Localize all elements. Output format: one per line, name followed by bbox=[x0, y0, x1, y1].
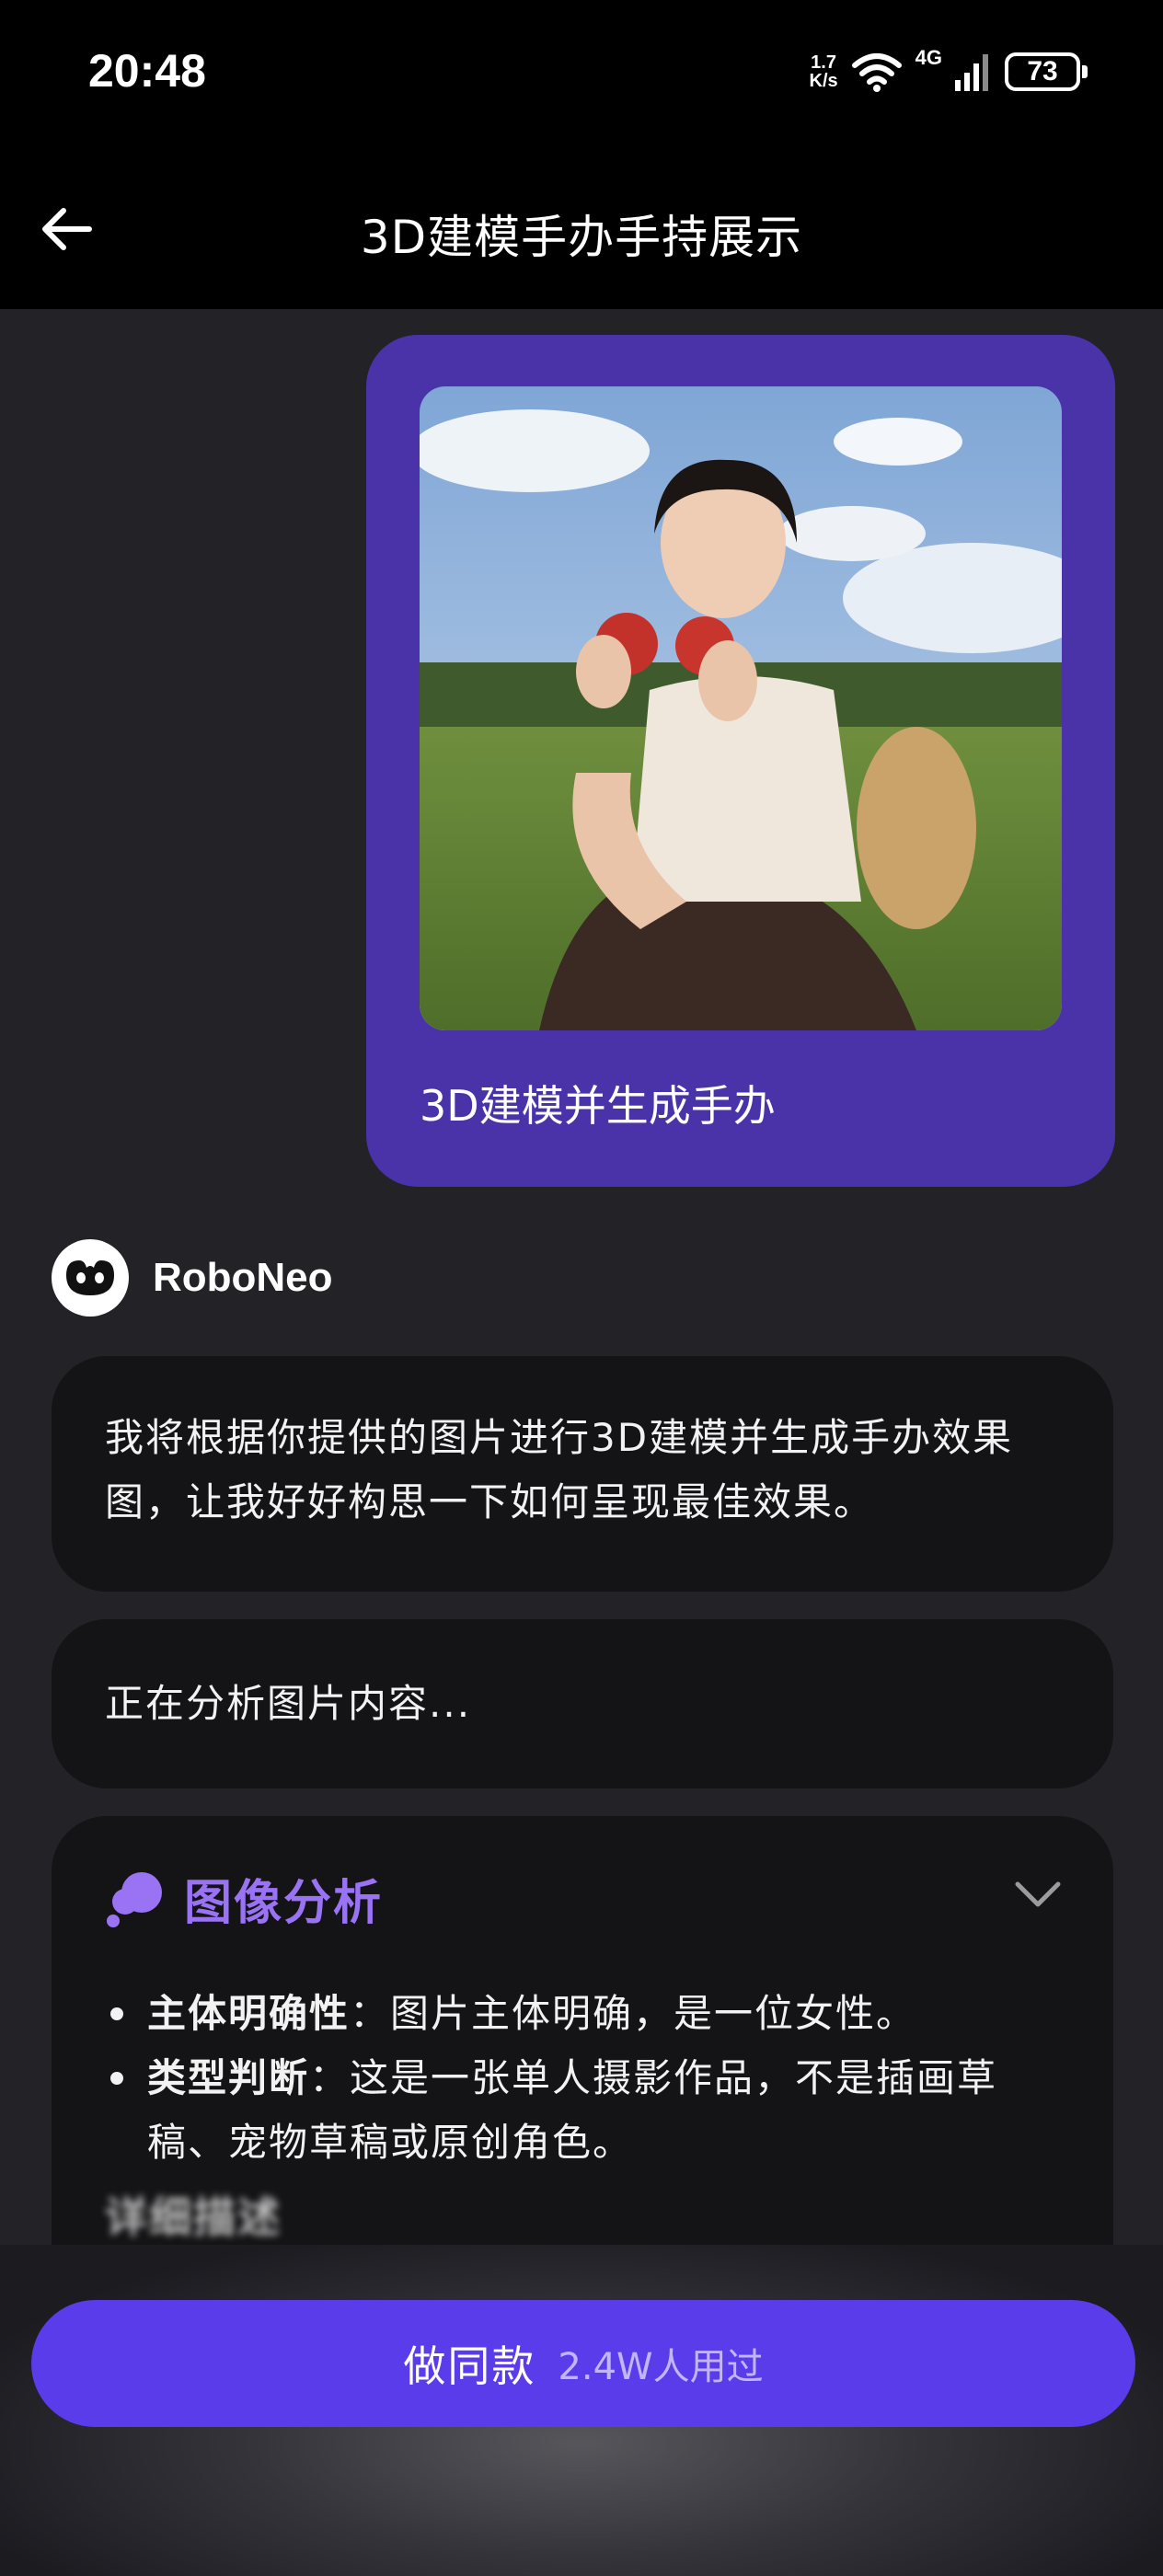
user-message-bubble: 3D建模并生成手办 bbox=[366, 335, 1115, 1187]
bot-reply-text: 我将根据你提供的图片进行3D建模并生成手办效果图，让我好好构思一下如何呈现最佳效… bbox=[105, 1415, 1014, 1524]
signal-icon bbox=[955, 54, 988, 91]
page-title: 3D建模手办手持展示 bbox=[360, 211, 803, 264]
thought-bubble-icon bbox=[107, 1871, 162, 1927]
analysis-header[interactable]: 图像分析 bbox=[105, 1864, 383, 1933]
uploaded-photo[interactable] bbox=[420, 386, 1062, 1030]
bot-identity: RoboNeo bbox=[52, 1238, 333, 1317]
status-bar: 20:48 1.7 K/s 4G 73 bbox=[0, 0, 1163, 147]
list-item-value: ：图片主体明确，是一位女性。 bbox=[350, 1991, 917, 2036]
analysis-list: 主体明确性：图片主体明确，是一位女性。 类型判断：这是一张单人摄影作品，不是插画… bbox=[105, 1982, 1062, 2175]
status-time: 20:48 bbox=[88, 45, 206, 97]
bot-avatar bbox=[52, 1239, 129, 1317]
user-message-text: 3D建模并生成手办 bbox=[420, 1081, 776, 1131]
analysis-title: 图像分析 bbox=[184, 1876, 384, 1931]
bot-reply-card: 我将根据你提供的图片进行3D建模并生成手办效果图，让我好好构思一下如何呈现最佳效… bbox=[52, 1356, 1113, 1592]
collapse-toggle[interactable] bbox=[1014, 1880, 1062, 1912]
make-same-label: 做同款 bbox=[403, 2341, 536, 2391]
list-item-key: 主体明确性 bbox=[147, 1991, 351, 2036]
battery-icon: 73 bbox=[1005, 52, 1088, 91]
list-item: 主体明确性：图片主体明确，是一位女性。 bbox=[105, 1982, 1062, 2046]
network-speed: 1.7 K/s bbox=[809, 52, 838, 91]
list-item: 类型判断：这是一张单人摄影作品，不是插画草稿、宠物草稿或原创角色。 bbox=[105, 2046, 1062, 2175]
chevron-down-icon bbox=[1015, 1881, 1061, 1907]
network-type: 4G bbox=[915, 46, 942, 69]
usage-count: 2.4W人用过 bbox=[558, 2346, 764, 2388]
status-icons: 1.7 K/s 4G 73 bbox=[809, 46, 1088, 98]
header: 3D建模手办手持展示 bbox=[0, 147, 1163, 309]
analysis-status-text: 正在分析图片内容... bbox=[105, 1681, 472, 1726]
make-same-button[interactable]: 做同款 2.4W人用过 bbox=[31, 2300, 1135, 2427]
wifi-icon bbox=[851, 53, 902, 92]
bot-name: RoboNeo bbox=[153, 1255, 333, 1300]
roboneo-logo-icon bbox=[66, 1260, 114, 1295]
detail-heading: 详细描述 bbox=[105, 2192, 282, 2242]
list-item-key: 类型判断 bbox=[147, 2055, 310, 2100]
analysis-status-card: 正在分析图片内容... bbox=[52, 1619, 1113, 1788]
